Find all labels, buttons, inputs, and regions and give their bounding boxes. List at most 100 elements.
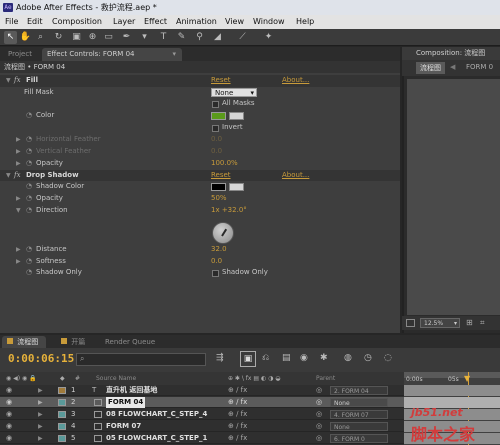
reset-link[interactable]: Reset: [211, 170, 231, 182]
layer-name[interactable]: FORM 04: [106, 397, 146, 408]
collapse-triangle-icon[interactable]: ▼: [6, 170, 11, 182]
property-value[interactable]: 0.0: [211, 256, 222, 268]
expand-triangle-icon[interactable]: ▶: [16, 158, 21, 170]
reset-link[interactable]: Reset: [211, 75, 231, 87]
eyedropper-icon[interactable]: [229, 112, 244, 120]
menu-effect[interactable]: Effect: [144, 15, 167, 29]
all-masks-checkbox[interactable]: [212, 101, 219, 108]
menu-window[interactable]: Window: [253, 15, 285, 29]
zoom-dropdown[interactable]: 12.5% ▾: [420, 318, 460, 328]
tab-effect-controls[interactable]: Effect Controls: FORM 04 ▾: [42, 48, 182, 61]
parent-dropdown[interactable]: None: [330, 422, 388, 431]
property-value[interactable]: 50%: [211, 193, 227, 205]
roto-brush-tool-icon[interactable]: ⟋: [236, 31, 249, 44]
layer-name[interactable]: 05 FLOWCHART_C_STEP_1: [106, 433, 207, 444]
timeline-layer-row[interactable]: ◉ ▶ 3 08 FLOWCHART_C_STEP_4 ⊕ ∕ fx ◎ 4. …: [0, 409, 404, 420]
stopwatch-icon[interactable]: ◔: [26, 193, 32, 205]
menu-view[interactable]: View: [225, 15, 244, 29]
playhead-icon[interactable]: ▼: [464, 374, 470, 383]
timeline-layer-row[interactable]: ◉ ▶ 1 T 直升机 返回基地 ⊕ ∕ fx ◎ 2. FORM 04: [0, 385, 404, 396]
label-color-swatch[interactable]: [58, 399, 66, 406]
color-swatch[interactable]: [211, 183, 226, 191]
layer-name[interactable]: 直升机 返回基地: [106, 385, 157, 396]
expand-triangle-icon[interactable]: ▶: [38, 409, 43, 420]
menu-layer[interactable]: Layer: [113, 15, 135, 29]
pickwhip-icon[interactable]: ◎: [316, 385, 322, 396]
parent-dropdown[interactable]: 6. FORM 0: [330, 434, 388, 443]
property-value[interactable]: 1x +32.0°: [211, 205, 247, 217]
menu-help[interactable]: Help: [296, 15, 314, 29]
layer-switches[interactable]: ⊕ ∕ fx: [228, 421, 247, 432]
motion-blur-icon[interactable]: ◉: [300, 353, 308, 363]
rectangle-mask-tool-icon[interactable]: ▭: [102, 31, 115, 44]
parent-dropdown[interactable]: 4. FORM 07: [330, 410, 388, 419]
text-tool-icon[interactable]: T: [157, 31, 170, 44]
expand-triangle-icon[interactable]: ▶: [38, 433, 43, 444]
subtab-layer[interactable]: FORM 0: [466, 63, 493, 71]
source-name-header[interactable]: Source Name: [96, 372, 136, 385]
tab-project[interactable]: Project: [3, 48, 37, 61]
layer-name[interactable]: 08 FLOWCHART_C_STEP_4: [106, 409, 207, 420]
stopwatch-icon[interactable]: ◔: [26, 256, 32, 268]
fill-mask-dropdown[interactable]: None ▾: [211, 87, 257, 97]
layer-search-input[interactable]: ⌕: [76, 353, 206, 366]
eye-icon[interactable]: ◉: [6, 385, 12, 396]
rotate-tool-icon[interactable]: ↻: [52, 31, 65, 44]
property-value[interactable]: 0.0: [211, 146, 222, 158]
brush-tool-icon[interactable]: ✎: [175, 31, 188, 44]
brainstorm-icon[interactable]: ✱: [320, 353, 328, 363]
pen-options-icon[interactable]: ▾: [138, 31, 151, 44]
hide-shy-layers-icon[interactable]: ⎌: [262, 353, 269, 363]
stopwatch-icon[interactable]: ◔: [26, 267, 32, 279]
label-color-swatch[interactable]: [58, 423, 66, 430]
eye-icon[interactable]: ◉: [6, 433, 12, 444]
puppet-pin-tool-icon[interactable]: ✦: [262, 31, 275, 44]
pickwhip-icon[interactable]: ◎: [316, 433, 322, 444]
property-value[interactable]: 32.0: [211, 244, 227, 256]
eye-icon[interactable]: ◉: [6, 397, 12, 408]
eraser-tool-icon[interactable]: ◢: [211, 31, 224, 44]
menu-file[interactable]: File: [5, 15, 18, 29]
layer-switches[interactable]: ⊕ ∕ fx: [228, 409, 247, 420]
stopwatch-icon[interactable]: ◔: [26, 134, 32, 146]
composition-viewer[interactable]: [407, 79, 500, 315]
pickwhip-icon[interactable]: ◎: [316, 409, 322, 420]
fx-icon[interactable]: fx: [14, 170, 21, 182]
timeline-layer-row[interactable]: ◉ ▶ 5 05 FLOWCHART_C_STEP_1 ⊕ ∕ fx ◎ 6. …: [0, 433, 404, 444]
expand-triangle-icon[interactable]: ▶: [16, 146, 21, 158]
timeline-layer-row[interactable]: ◉ ▶ 4 FORM 07 ⊕ ∕ fx ◎ None: [0, 421, 404, 432]
stopwatch-icon[interactable]: ◔: [26, 110, 32, 122]
stopwatch-icon[interactable]: ◔: [26, 158, 32, 170]
invert-checkbox[interactable]: [212, 125, 219, 132]
guides-icon[interactable]: ⌗: [480, 318, 485, 328]
fx-icon[interactable]: fx: [14, 75, 21, 87]
pickwhip-icon[interactable]: ◎: [316, 397, 322, 408]
effect-drop-shadow-row[interactable]: ▼ fx Drop Shadow Reset About...: [0, 169, 400, 182]
collapse-triangle-icon[interactable]: ▼: [16, 205, 21, 217]
property-value[interactable]: 100.0%: [211, 158, 238, 170]
tab-composition[interactable]: Composition: 流程图: [402, 47, 500, 60]
comp-mini-flowchart-icon[interactable]: ⇶: [216, 353, 224, 363]
expand-triangle-icon[interactable]: ▶: [38, 421, 43, 432]
property-value[interactable]: 0.0: [211, 134, 222, 146]
expand-triangle-icon[interactable]: ▶: [16, 193, 21, 205]
expand-triangle-icon[interactable]: ▶: [16, 244, 21, 256]
grid-icon[interactable]: ⊞: [466, 318, 473, 327]
clone-stamp-tool-icon[interactable]: ⚲: [193, 31, 206, 44]
draft-3d-icon[interactable]: ▣: [240, 351, 256, 367]
timecode-display[interactable]: 0:00:06:15: [8, 352, 74, 365]
stopwatch-icon[interactable]: ◔: [26, 205, 32, 217]
color-swatch[interactable]: [211, 112, 226, 120]
expand-triangle-icon[interactable]: ▶: [38, 385, 43, 396]
timeline-layer-row[interactable]: ◉ ▶ 2 FORM 04 ⊕ ∕ fx ◎ None: [0, 397, 404, 408]
stopwatch-icon[interactable]: ◷: [364, 353, 372, 363]
tab-menu-icon[interactable]: ▾: [172, 48, 176, 61]
layer-switches[interactable]: ⊕ ∕ fx: [228, 433, 247, 444]
menu-edit[interactable]: Edit: [27, 15, 43, 29]
toggle-view-icon[interactable]: [406, 319, 415, 327]
eyedropper-icon[interactable]: [229, 183, 244, 191]
eye-icon[interactable]: ◉: [6, 409, 12, 420]
stopwatch-icon[interactable]: ◔: [26, 244, 32, 256]
live-update-icon[interactable]: ◌: [384, 353, 392, 363]
stopwatch-icon[interactable]: ◔: [26, 181, 32, 193]
